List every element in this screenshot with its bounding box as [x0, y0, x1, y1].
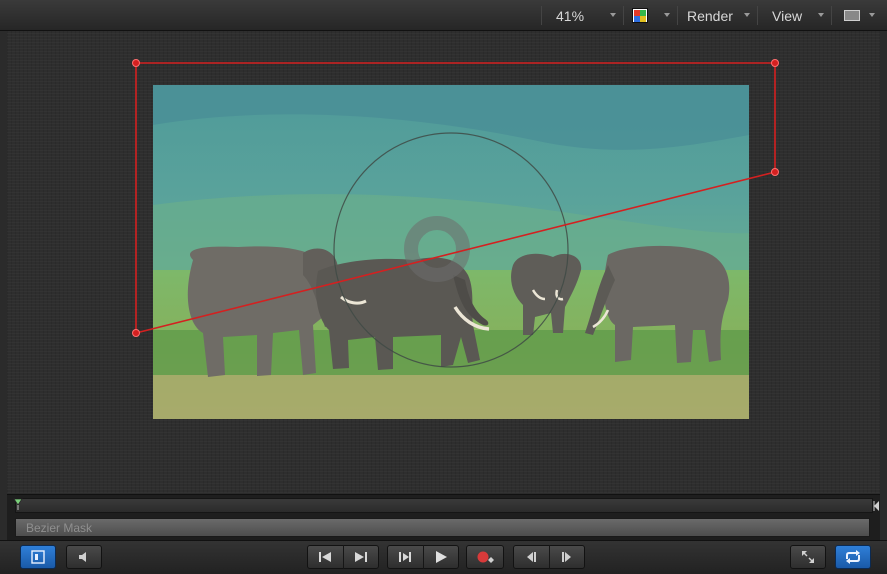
timing-view-icon: [31, 550, 45, 564]
view-label: View: [772, 7, 803, 24]
previous-frame-button[interactable]: [514, 545, 549, 569]
transport-controls: [0, 540, 887, 574]
loop-playback-button[interactable]: [835, 545, 871, 569]
play-button[interactable]: [424, 545, 459, 569]
go-to-start-end-group: [307, 545, 379, 569]
record-icon: [477, 551, 494, 563]
toolbar-separator: [623, 6, 624, 25]
go-to-start-button[interactable]: [308, 545, 343, 569]
mask-control-point[interactable]: [771, 168, 779, 176]
track-bar[interactable]: Bezier Mask: [15, 518, 870, 537]
view-chevron-down-icon[interactable]: [818, 13, 824, 17]
playhead-icon[interactable]: [13, 498, 23, 510]
render-label: Render: [687, 7, 733, 24]
toolbar-separator: [757, 6, 758, 25]
frame-step-group: [513, 545, 585, 569]
expand-icon: [802, 551, 814, 563]
mask-control-point[interactable]: [132, 329, 140, 337]
toolbar-separator: [677, 6, 678, 25]
step-frame-button[interactable]: [388, 545, 423, 569]
mask-control-point[interactable]: [132, 59, 140, 67]
render-chevron-down-icon[interactable]: [744, 13, 750, 17]
step-forward-icon: [399, 552, 412, 562]
layout-chevron-down-icon[interactable]: [869, 13, 875, 17]
skip-to-end-icon: [354, 552, 367, 562]
next-frame-icon: [561, 552, 571, 562]
track-label: Bezier Mask: [26, 520, 93, 535]
canvas-toolbar: 41% Render View: [0, 0, 887, 31]
view-popup[interactable]: View: [772, 0, 802, 31]
loop-icon: [846, 550, 860, 564]
out-point-marker-icon[interactable]: [873, 500, 879, 512]
play-group: [387, 545, 459, 569]
toolbar-separator: [831, 6, 832, 25]
color-channels-chevron-down-icon[interactable]: [664, 13, 670, 17]
go-to-end-button[interactable]: [344, 545, 379, 569]
timing-view-button[interactable]: [20, 545, 56, 569]
canvas-area[interactable]: [7, 31, 880, 493]
render-popup[interactable]: Render: [687, 0, 733, 31]
full-screen-button[interactable]: [790, 545, 826, 569]
timeline-ruler[interactable]: [15, 498, 873, 513]
record-button[interactable]: [466, 545, 504, 569]
color-channels-icon[interactable]: [632, 8, 648, 23]
zoom-level-value: 41%: [556, 7, 585, 24]
zoom-chevron-down-icon[interactable]: [610, 13, 616, 17]
zoom-level-popup[interactable]: 41%: [556, 0, 584, 31]
elephants-photo[interactable]: [153, 85, 749, 419]
audio-button[interactable]: [66, 545, 102, 569]
canvas-layout-icon[interactable]: [844, 10, 860, 21]
toolbar-separator: [541, 6, 542, 25]
speaker-icon: [79, 552, 86, 562]
skip-to-start-icon: [319, 552, 332, 562]
elephants-photo-render: [153, 85, 749, 419]
next-frame-button[interactable]: [550, 545, 585, 569]
previous-frame-icon: [527, 552, 537, 562]
canvas-window: 41% Render View Bezier Mask: [0, 0, 887, 574]
play-icon: [435, 551, 447, 563]
mask-control-point[interactable]: [771, 59, 779, 67]
mini-timeline[interactable]: Bezier Mask: [7, 494, 880, 540]
